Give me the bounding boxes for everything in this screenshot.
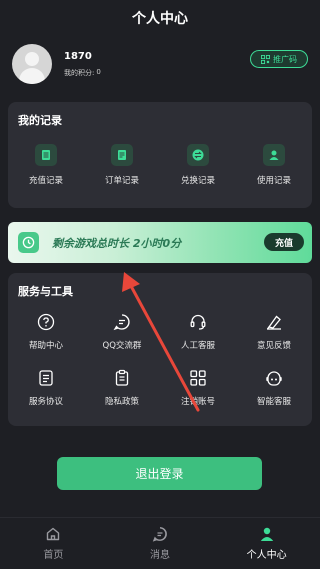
tab-profile[interactable]: 个人中心: [213, 518, 320, 569]
tab-home[interactable]: 首页: [0, 518, 107, 569]
record-usage[interactable]: 使用记录: [236, 144, 312, 194]
feedback-icon: [263, 311, 285, 333]
profile-section: 1870 我的积分: 0 推广码: [12, 44, 308, 84]
service-customer-support[interactable]: 人工客服: [160, 311, 236, 351]
avatar[interactable]: [12, 44, 52, 84]
record-usage-label: 使用记录: [256, 176, 291, 186]
headset-icon: [187, 311, 209, 333]
service-smart-support-label: 智能客服: [256, 397, 291, 407]
services-card: 服务与工具 帮助中心 QQ交流群 人工客服 意见反馈 服务协议 隐私政策 注销账…: [8, 273, 312, 426]
tab-messages-label: 消息: [150, 550, 170, 561]
list-icon: [111, 144, 133, 166]
grid-icon: [187, 367, 209, 389]
record-exchange[interactable]: 兑换记录: [160, 144, 236, 194]
service-feedback[interactable]: 意见反馈: [236, 311, 312, 351]
user-icon: [263, 144, 285, 166]
page-title: 个人中心: [132, 11, 188, 27]
service-qq-group-label: QQ交流群: [102, 341, 142, 351]
exchange-icon: [187, 144, 209, 166]
service-customer-support-label: 人工客服: [180, 341, 215, 351]
logout-button[interactable]: 退出登录: [57, 457, 262, 490]
record-order[interactable]: 订单记录: [84, 144, 160, 194]
bottom-tab-bar: 首页 消息 个人中心: [0, 517, 320, 569]
service-qq-group[interactable]: QQ交流群: [84, 311, 160, 351]
service-privacy-policy-label: 隐私政策: [104, 397, 139, 407]
playtime-text: 剩余游戏总时长 2小时0分: [52, 237, 182, 250]
points-label: 我的积分:: [64, 69, 95, 77]
clock-icon: [18, 232, 39, 253]
recharge-button[interactable]: 充值: [264, 233, 304, 251]
points-value: 0: [96, 68, 101, 76]
service-delete-account-label: 注销账号: [180, 397, 215, 407]
record-recharge[interactable]: 充值记录: [8, 144, 84, 194]
promo-code-label: 推广码: [273, 54, 297, 64]
records-title: 我的记录: [18, 114, 62, 127]
robot-icon: [263, 367, 285, 389]
tab-messages[interactable]: 消息: [107, 518, 214, 569]
chat-icon: [111, 311, 133, 333]
service-agreement-label: 服务协议: [28, 397, 63, 407]
service-privacy-policy[interactable]: 隐私政策: [84, 367, 160, 407]
service-help-center[interactable]: 帮助中心: [8, 311, 84, 351]
service-feedback-label: 意见反馈: [256, 341, 291, 351]
message-icon: [152, 527, 167, 542]
records-card: 我的记录 充值记录 订单记录 兑换记录 使用记录: [8, 102, 312, 208]
tab-home-label: 首页: [43, 550, 64, 561]
promo-code-button[interactable]: 推广码: [250, 50, 308, 68]
service-help-center-label: 帮助中心: [28, 341, 63, 351]
qr-code-icon: [261, 54, 270, 64]
help-icon: [35, 311, 57, 333]
service-agreement[interactable]: 服务协议: [8, 367, 84, 407]
record-exchange-label: 兑换记录: [180, 176, 215, 186]
tab-profile-label: 个人中心: [246, 550, 287, 561]
service-smart-support[interactable]: 智能客服: [236, 367, 312, 407]
record-recharge-label: 充值记录: [28, 176, 63, 186]
user-phone: 1870: [64, 51, 92, 62]
playtime-banner: 剩余游戏总时长 2小时0分 充值: [8, 222, 312, 263]
service-delete-account[interactable]: 注销账号: [160, 367, 236, 407]
person-icon: [260, 527, 273, 541]
document-icon: [35, 144, 57, 166]
home-icon: [47, 527, 60, 541]
agreement-icon: [35, 367, 57, 389]
points-row: 我的积分: 0: [64, 68, 101, 78]
record-order-label: 订单记录: [104, 176, 139, 186]
clipboard-icon: [111, 367, 133, 389]
services-title: 服务与工具: [18, 285, 73, 298]
